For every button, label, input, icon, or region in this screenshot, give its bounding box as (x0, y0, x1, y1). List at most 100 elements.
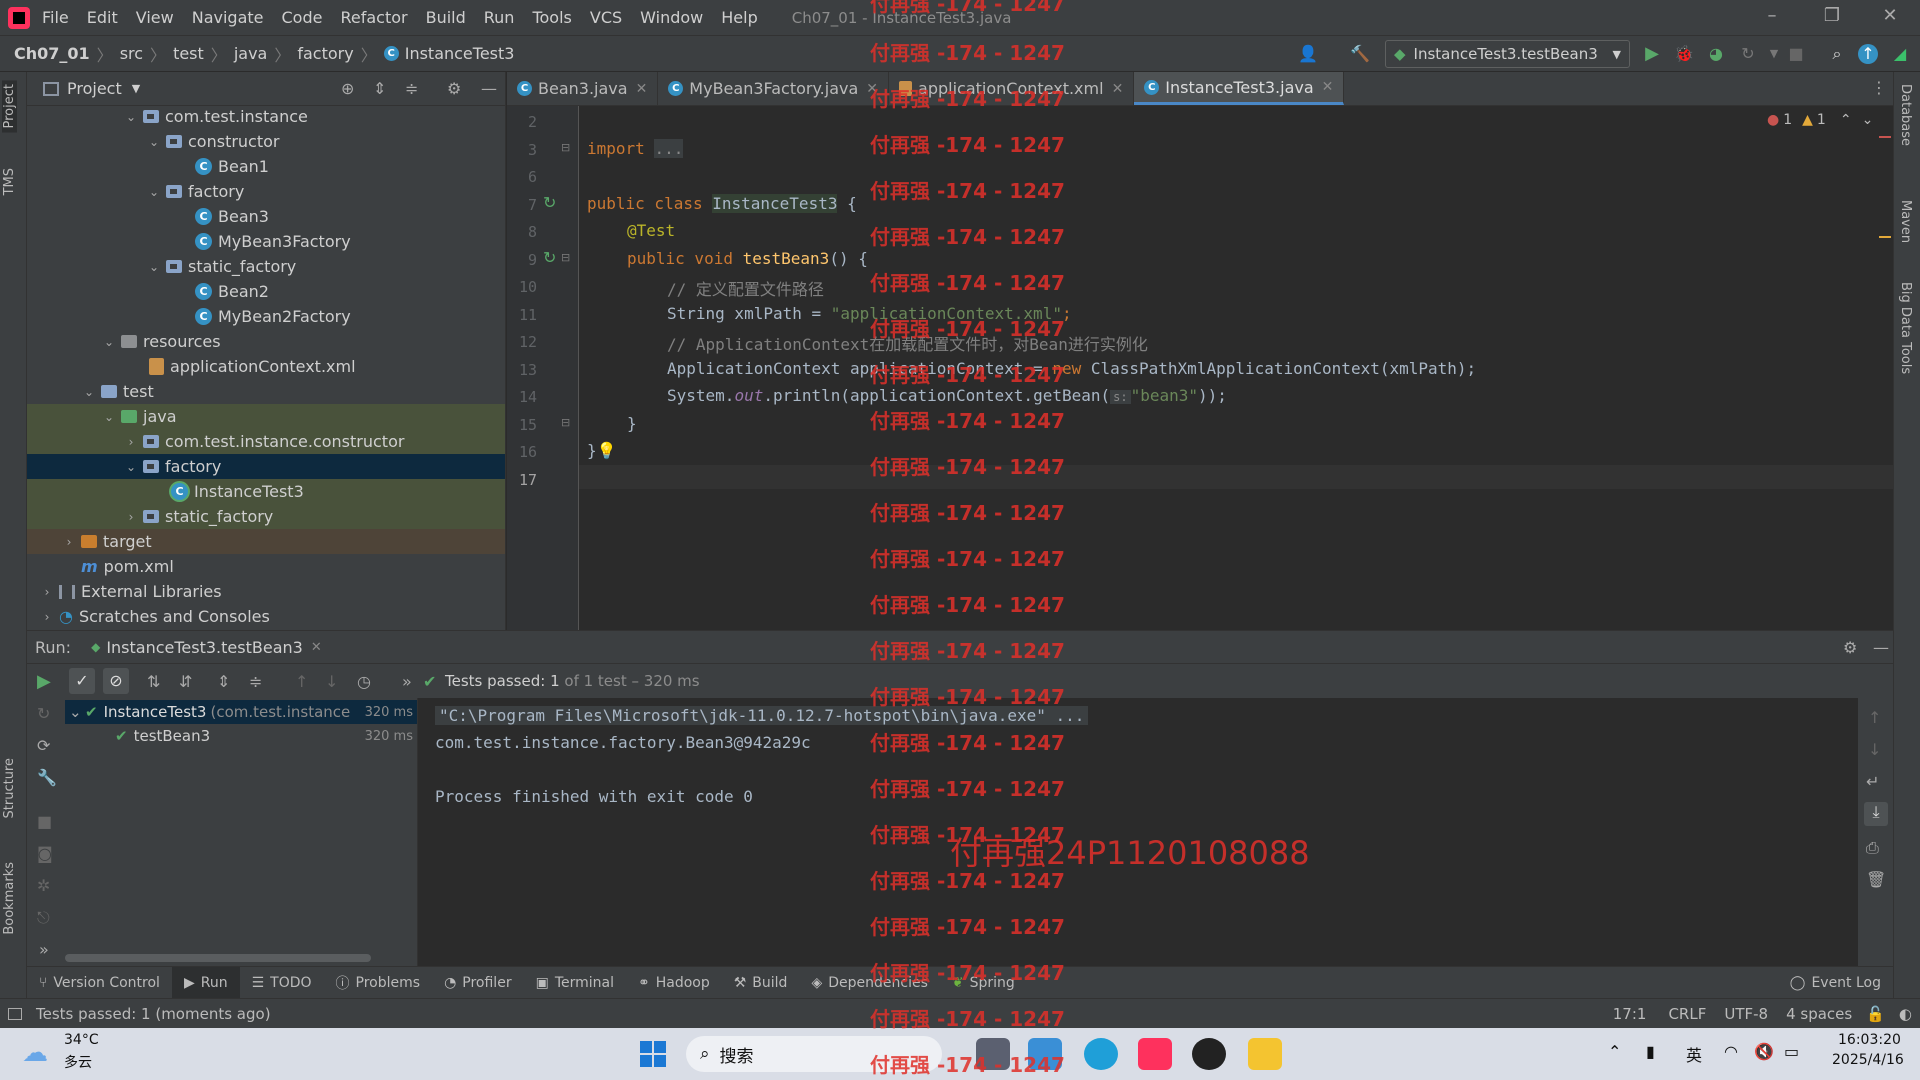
close-icon[interactable]: ✕ (636, 81, 648, 97)
tree-item[interactable]: m pom.xml (27, 554, 505, 579)
tab-applicationcontext[interactable]: applicationContext.xml ✕ (889, 72, 1135, 105)
update-icon[interactable]: ↑ (1858, 44, 1878, 64)
arrow-up-icon[interactable]: ↑ (1868, 708, 1881, 727)
tab-run[interactable]: ▶ Run (171, 966, 240, 999)
bookmarks-tool-tab[interactable]: Bookmarks (2, 862, 17, 935)
horizontal-scrollbar[interactable] (65, 954, 371, 962)
tab-spring[interactable]: ❦ Spring (940, 967, 1027, 999)
breadcrumb-class[interactable]: InstanceTest3 (405, 44, 515, 63)
chevron-right-icon[interactable]: › (123, 435, 139, 449)
menu-tools[interactable]: Tools (532, 8, 571, 27)
tab-build[interactable]: ⚒ Build (722, 967, 800, 999)
tree-item[interactable]: C Bean2 (27, 279, 505, 304)
tree-item[interactable]: C MyBean2Factory (27, 304, 505, 329)
show-passed-icon[interactable]: ✓ (69, 668, 95, 694)
chevron-down-icon[interactable]: ⌄ (146, 260, 162, 274)
tree-item[interactable]: › target (27, 529, 505, 554)
tree-item[interactable]: › static_factory (27, 504, 505, 529)
edge-browser-icon[interactable] (1084, 1038, 1118, 1070)
tree-item-selected[interactable]: ⌄ factory (27, 454, 505, 479)
menu-refactor[interactable]: Refactor (340, 8, 407, 27)
tree-item[interactable]: applicationContext.xml (27, 354, 505, 379)
panel-toggle-icon[interactable] (8, 1007, 22, 1020)
menu-vcs[interactable]: VCS (590, 8, 622, 27)
coverage-icon[interactable]: ◕ (1706, 44, 1726, 64)
arrow-down-icon[interactable]: ↓ (1868, 740, 1881, 759)
project-tool-tab[interactable]: Project (2, 80, 17, 133)
intellij-taskbar-icon[interactable] (1138, 1038, 1172, 1070)
qq-app-icon[interactable] (1192, 1038, 1226, 1070)
breadcrumb-src[interactable]: src (120, 44, 143, 63)
run-icon[interactable]: ▶ (1642, 44, 1662, 64)
breadcrumb-test[interactable]: test (173, 44, 204, 63)
run-gutter-icon[interactable]: ↻ (543, 193, 556, 212)
tab-profiler[interactable]: ◔ Profiler (432, 967, 524, 999)
run-configuration-select[interactable]: ◆ InstanceTest3.testBean3 ▼ (1385, 40, 1630, 68)
weather-temp[interactable]: 34°C (64, 1032, 99, 1048)
chevron-down-icon[interactable]: ⌄ (123, 110, 139, 124)
big-data-tools-tab[interactable]: Big Data Tools (1898, 282, 1913, 374)
tree-item[interactable]: ⌄ java (27, 404, 505, 429)
tree-item[interactable]: ⌄ constructor (27, 129, 505, 154)
project-panel-title[interactable]: Project (67, 79, 122, 98)
rerun-failed-icon[interactable]: ↻ (37, 704, 50, 723)
settings-icon[interactable]: ✲ (37, 876, 50, 895)
fold-icon[interactable]: ⊟ (561, 141, 570, 154)
tree-item[interactable]: › ◔ Scratches and Consoles (27, 604, 505, 629)
menu-navigate[interactable]: Navigate (192, 8, 264, 27)
structure-tool-tab[interactable]: Structure (2, 758, 17, 818)
clock-time[interactable]: 16:03:20 (1838, 1032, 1901, 1048)
console-output[interactable]: "C:\Program Files\Microsoft\jdk-11.0.12.… (418, 698, 1858, 966)
close-icon[interactable]: ✕ (1870, 5, 1910, 31)
scroll-to-end-icon[interactable]: ⤓ (1864, 802, 1888, 826)
chevron-right-icon[interactable]: › (39, 610, 55, 624)
gear-icon[interactable]: ⚙ (1843, 638, 1857, 657)
weather-desc[interactable]: 多云 (64, 1052, 92, 1072)
tree-item[interactable]: › com.test.instance.constructor (27, 429, 505, 454)
caret-position[interactable]: 17:1 (1613, 1005, 1647, 1023)
tree-item[interactable]: ⌄ com.test.instance (27, 104, 505, 129)
menu-file[interactable]: File (42, 8, 69, 27)
battery-icon[interactable]: ▭ (1784, 1042, 1799, 1061)
tree-item[interactable]: ⌄ resources (27, 329, 505, 354)
more-icon[interactable]: » (402, 672, 412, 691)
chevron-right-icon[interactable]: › (123, 510, 139, 524)
expand-all-icon[interactable]: ⇕ (373, 79, 386, 98)
tab-instancetest3[interactable]: C InstanceTest3.java ✕ (1134, 72, 1345, 105)
database-tool-tab[interactable]: Database (1898, 84, 1913, 146)
collapse-all-icon[interactable]: ≑ (405, 79, 418, 98)
stop-icon[interactable]: ■ (37, 812, 52, 831)
chevron-down-icon[interactable]: ▼ (132, 82, 140, 95)
menu-run[interactable]: Run (484, 8, 515, 27)
hide-panel-icon[interactable]: — (481, 79, 497, 98)
tab-dependencies[interactable]: ◈ Dependencies (799, 967, 939, 999)
ime-indicator[interactable]: 英 (1686, 1042, 1702, 1066)
wrench-icon[interactable]: 🔧 (37, 768, 57, 787)
tab-terminal[interactable]: ▣ Terminal (524, 967, 626, 999)
rerun-icon[interactable]: ▶ (37, 671, 51, 692)
toggle-auto-test-icon[interactable]: ⟳ (37, 736, 50, 755)
close-icon[interactable]: ✕ (1112, 81, 1124, 97)
line-separator[interactable]: CRLF (1668, 1005, 1706, 1023)
test-row[interactable]: ⌄ ✔ InstanceTest3 (com.test.instance.fa … (65, 700, 417, 724)
profile-icon[interactable]: ↻ (1738, 44, 1758, 64)
file-encoding[interactable]: UTF-8 (1724, 1005, 1768, 1023)
show-ignored-icon[interactable]: ⊘ (103, 668, 129, 694)
exit-icon[interactable]: ⎋ (37, 908, 50, 928)
restore-icon[interactable]: ❐ (1812, 5, 1852, 31)
tree-item[interactable]: › External Libraries (27, 579, 505, 604)
tab-problems[interactable]: ⓘ Problems (324, 967, 433, 999)
run-gutter-icon[interactable]: ↻ (543, 248, 556, 267)
chevron-down-icon[interactable]: ⌄ (123, 460, 139, 474)
photos-app-icon[interactable] (1028, 1038, 1062, 1070)
chevron-down-icon[interactable]: ⌄ (146, 185, 162, 199)
close-icon[interactable]: ✕ (866, 81, 878, 97)
breadcrumb-project[interactable]: Ch07_01 (14, 44, 90, 63)
chevron-down-icon[interactable]: ⌄ (101, 410, 117, 424)
fold-icon[interactable]: ⊟ (561, 251, 570, 264)
fold-icon[interactable]: ⊟ (561, 416, 570, 429)
collapse-all-icon[interactable]: ≑ (249, 672, 262, 691)
tree-item[interactable]: C Bean1 (27, 154, 505, 179)
tab-version-control[interactable]: ⑂ Version Control (27, 967, 172, 999)
inspection-widget[interactable]: ● 1 ▲ 1 ⌃ ⌄ (1767, 112, 1873, 128)
